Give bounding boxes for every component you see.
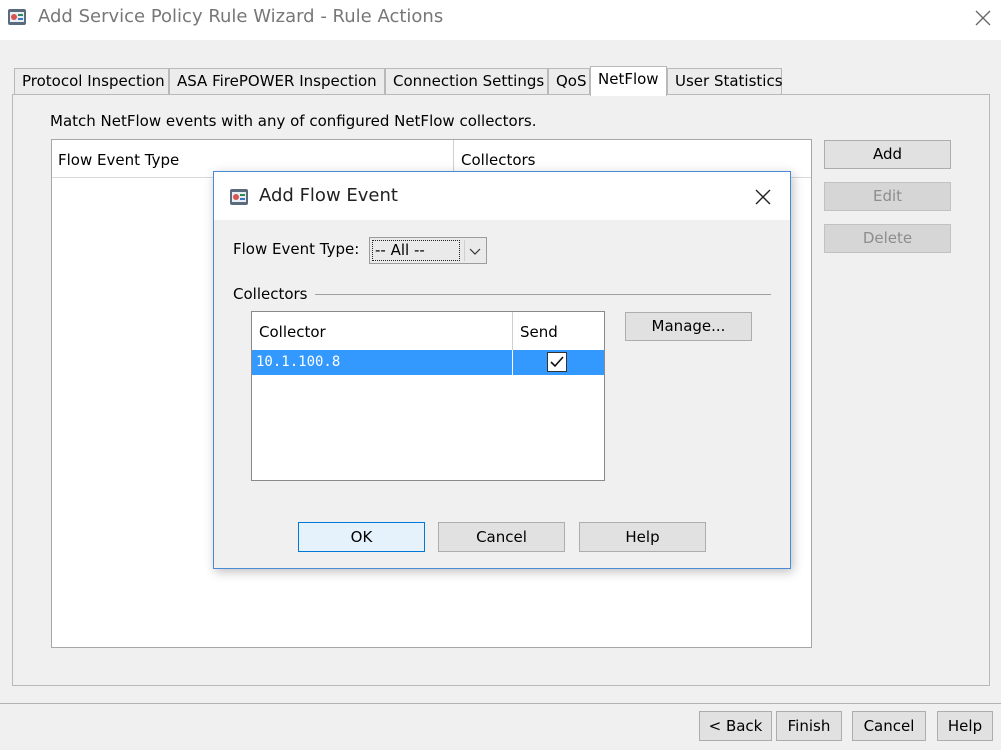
asdm-app-icon — [230, 189, 248, 205]
table-row[interactable]: 10.1.100.8 — [252, 350, 604, 375]
window-title: Add Service Policy Rule Wizard - Rule Ac… — [38, 6, 444, 27]
chevron-down-icon — [469, 248, 481, 255]
ok-button[interactable]: OK — [298, 522, 425, 552]
add-button[interactable]: Add — [824, 140, 951, 169]
dialog-titlebar: Add Flow Event — [214, 172, 790, 220]
dialog-cancel-button[interactable]: Cancel — [438, 522, 565, 552]
back-button[interactable]: < Back — [699, 711, 772, 741]
tab-netflow[interactable]: NetFlow — [590, 66, 667, 96]
send-checkbox[interactable] — [547, 352, 567, 372]
column-collector[interactable]: Collector — [252, 312, 326, 350]
cancel-button[interactable]: Cancel — [852, 711, 926, 741]
netflow-description: Match NetFlow events with any of configu… — [50, 112, 537, 130]
finish-button[interactable]: Finish — [776, 711, 842, 741]
manage-button[interactable]: Manage... — [625, 312, 752, 341]
column-flow-event-type[interactable]: Flow Event Type — [52, 140, 179, 178]
tab-asa-firepower-inspection[interactable]: ASA FirePOWER Inspection — [169, 68, 385, 95]
tab-qos[interactable]: QoS — [548, 68, 590, 95]
tab-user-statistics[interactable]: User Statistics — [667, 68, 783, 95]
flow-event-type-label: Flow Event Type: — [233, 240, 360, 258]
column-divider — [512, 350, 513, 375]
edit-button[interactable]: Edit — [824, 182, 951, 211]
help-button[interactable]: Help — [937, 711, 993, 741]
dialog-title: Add Flow Event — [259, 185, 398, 206]
collectors-table-header: Collector Send — [252, 312, 604, 350]
window-titlebar: Add Service Policy Rule Wizard - Rule Ac… — [0, 0, 1001, 40]
checkmark-icon — [550, 356, 564, 368]
flow-event-type-select[interactable]: -- All -- — [369, 237, 487, 264]
collectors-group-divider — [315, 294, 771, 295]
add-flow-event-dialog: Add Flow Event Flow Event Type: -- All -… — [213, 171, 791, 569]
footer-divider — [0, 703, 1001, 704]
collector-address: 10.1.100.8 — [256, 354, 341, 370]
asdm-app-icon — [8, 9, 26, 25]
flow-event-type-value: -- All -- — [372, 240, 460, 261]
window-close-icon[interactable] — [973, 8, 993, 28]
collectors-table[interactable]: Collector Send 10.1.100.8 — [251, 311, 605, 481]
dialog-close-icon[interactable] — [753, 187, 773, 207]
delete-button[interactable]: Delete — [824, 224, 951, 253]
tab-protocol-inspection[interactable]: Protocol Inspection — [14, 68, 169, 95]
collectors-group-label: Collectors — [233, 285, 308, 303]
tab-connection-settings[interactable]: Connection Settings — [385, 68, 548, 95]
column-send[interactable]: Send — [513, 312, 558, 350]
select-divider — [464, 240, 465, 261]
dialog-help-button[interactable]: Help — [579, 522, 706, 552]
